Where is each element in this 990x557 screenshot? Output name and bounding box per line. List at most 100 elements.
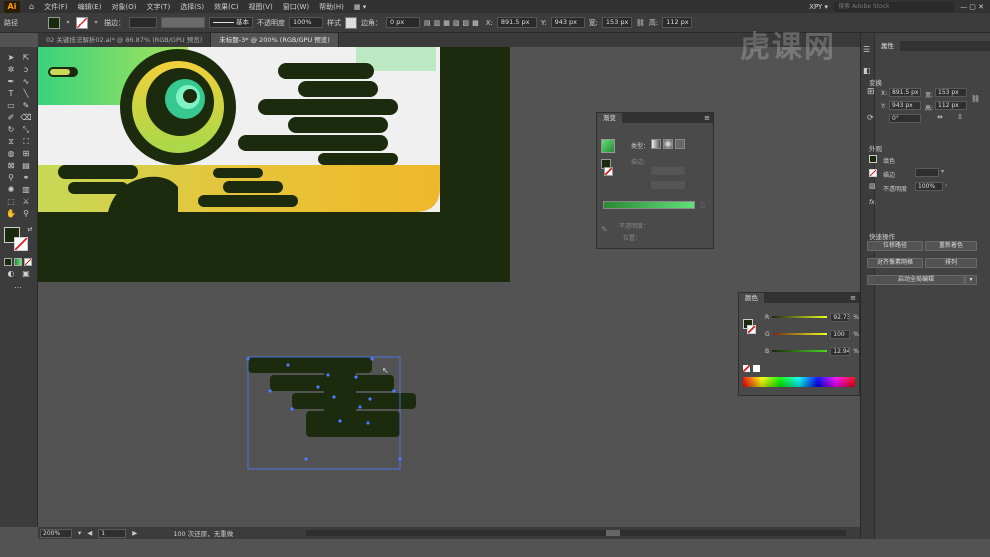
channel-slider[interactable] (772, 350, 828, 352)
blend-tool-icon[interactable]: ⚭ (20, 173, 32, 183)
y-field[interactable]: 943 px (550, 17, 585, 28)
flip-vertical-icon[interactable]: ⇳ (957, 113, 963, 121)
none-mode-swatch[interactable] (24, 258, 32, 266)
user-workspace[interactable]: XPY ▾ (809, 3, 828, 11)
gradient-preview[interactable] (601, 139, 615, 153)
workspace-icon[interactable]: ▦ ▾ (349, 3, 371, 11)
horizontal-scrollbar[interactable] (306, 530, 846, 536)
menu-select[interactable]: 选择(S) (175, 2, 209, 12)
edit-toolbar-icon[interactable]: ⋯ (12, 283, 24, 293)
menu-effect[interactable]: 效果(C) (209, 2, 243, 12)
screen-mode-icon[interactable]: ▣ (20, 269, 32, 279)
chevron-down-icon[interactable]: ▾ (941, 168, 944, 175)
perspective-grid-icon[interactable]: ⊞ (20, 149, 32, 159)
color-panel-header[interactable]: 颜色 ≡ (739, 293, 859, 303)
zoom-field[interactable]: 200% (40, 528, 72, 538)
rectangle-tool-icon[interactable]: ▭ (5, 101, 17, 111)
opacity-prop-field[interactable]: 100% (915, 182, 943, 191)
w-field[interactable]: 153 px (601, 17, 632, 28)
stroke-swatch-none[interactable] (76, 16, 88, 29)
gradient-slider-bar[interactable] (603, 201, 695, 209)
w-prop-field[interactable]: 153 px (935, 88, 967, 97)
gradient-type-buttons[interactable] (651, 139, 685, 149)
corner-field[interactable]: 0 px (386, 17, 420, 28)
variable-width-field[interactable] (161, 17, 205, 28)
scale-tool-icon[interactable]: ⤡ (20, 125, 32, 135)
direct-selection-icon[interactable]: ⇱ (20, 53, 32, 63)
appearance-stroke-swatch[interactable] (869, 169, 877, 177)
line-tool-icon[interactable]: ╲ (20, 89, 32, 99)
h-prop-field[interactable]: 112 px (935, 101, 967, 110)
x-field[interactable]: 891.5 px (496, 17, 537, 28)
stock-search-input[interactable]: 搜索 Adobe Stock (834, 1, 955, 12)
stroke-color-swatch[interactable] (14, 237, 28, 251)
tab-document-1[interactable]: 02 关键技法解析02.ai* @ 86.87% (RGB/GPU 预览) (38, 33, 212, 47)
gradient-mode-swatch[interactable] (14, 258, 22, 266)
channel-value[interactable]: 92.73 (830, 312, 851, 322)
hand-tool-icon[interactable]: ✋ (5, 209, 17, 219)
freeform-gradient-icon[interactable] (675, 139, 685, 149)
global-edit-dropdown[interactable]: ▾ (965, 275, 977, 285)
y-prop-field[interactable]: 943 px (889, 101, 921, 110)
gradient-angle-field[interactable] (651, 167, 685, 175)
chevron-down-icon[interactable]: ▾ (78, 529, 81, 537)
width-tool-icon[interactable]: ⧖ (5, 137, 17, 147)
stroke-weight-field[interactable] (129, 17, 157, 28)
type-tool-icon[interactable]: T (5, 89, 17, 99)
channel-slider[interactable] (772, 333, 828, 335)
gradient-aspect-field[interactable] (651, 181, 685, 189)
x-prop-field[interactable]: 891.5 px (889, 88, 921, 97)
style-swatch[interactable] (345, 16, 357, 29)
channel-value[interactable]: 100 (830, 329, 851, 339)
lasso-icon[interactable]: ↄ (20, 65, 32, 75)
eyedropper-icon[interactable]: ✎ (601, 225, 608, 234)
stroke-weight-prop[interactable] (915, 168, 939, 177)
channel-value[interactable]: 12.94 (830, 346, 851, 356)
rotate-tool-icon[interactable]: ↻ (5, 125, 17, 135)
arrange-button[interactable]: 排列 (925, 258, 977, 268)
menu-help[interactable]: 帮助(H) (314, 2, 349, 12)
constrain-icon[interactable]: ⛓ (971, 95, 980, 103)
white-color-chip[interactable] (753, 365, 760, 372)
color-stroke-swatch[interactable] (747, 325, 756, 334)
offset-path-button[interactable]: 位移路径 (867, 241, 923, 251)
link-icon[interactable]: ⛓ (636, 19, 645, 27)
chevron-down-icon[interactable]: ▾ (64, 17, 72, 28)
zoom-tool-icon[interactable]: ⚲ (20, 209, 32, 219)
channel-slider[interactable] (772, 316, 828, 318)
eyedropper-icon[interactable]: ⚲ (5, 173, 17, 183)
menu-object[interactable]: 对象(O) (106, 2, 141, 12)
angle-field[interactable]: 0° (889, 114, 921, 123)
shaper-tool-icon[interactable]: ✐ (5, 113, 17, 123)
fx-label[interactable]: fx. (869, 199, 877, 206)
radial-gradient-icon[interactable] (663, 139, 673, 149)
gradient-panel-tab[interactable]: 渐变 (597, 113, 622, 123)
menu-view[interactable]: 视图(V) (243, 2, 277, 12)
brush-tool-icon[interactable]: ✎ (20, 101, 32, 111)
h-field[interactable]: 112 px (662, 17, 693, 28)
panel-menu-icon[interactable]: ≡ (850, 293, 859, 303)
slice-tool-icon[interactable]: ⚔ (20, 197, 32, 207)
align-pixel-grid-button[interactable]: 对齐像素网格 (867, 258, 923, 268)
graph-tool-icon[interactable]: ▥ (20, 185, 32, 195)
home-icon[interactable]: ⌂ (24, 2, 39, 11)
free-transform-icon[interactable]: ⛶ (20, 137, 32, 147)
menu-type[interactable]: 文字(T) (141, 2, 175, 12)
gradient-tool-icon[interactable]: ▤ (20, 161, 32, 171)
artboard-tool-icon[interactable]: ⬚ (5, 197, 17, 207)
opacity-field[interactable]: 100% (289, 17, 323, 28)
align-icons[interactable]: ▤▥▦▧▨▩ (424, 19, 482, 27)
prev-artboard-icon[interactable]: ◀ (87, 529, 92, 537)
properties-tab[interactable]: 属性 (875, 41, 900, 51)
next-artboard-icon[interactable]: ▶ (132, 529, 137, 537)
symbol-sprayer-icon[interactable]: ✺ (5, 185, 17, 195)
linear-gradient-icon[interactable] (651, 139, 661, 149)
color-panel-tab[interactable]: 颜色 (739, 293, 764, 303)
menu-file[interactable]: 文件(F) (39, 2, 73, 12)
color-mode-swatch[interactable] (4, 258, 12, 266)
flip-horizontal-icon[interactable]: ⇹ (937, 113, 943, 121)
brush-definition-field[interactable]: 基本 (209, 17, 253, 28)
curvature-icon[interactable]: ∿ (20, 77, 32, 87)
mesh-tool-icon[interactable]: ⊠ (5, 161, 17, 171)
recolor-button[interactable]: 重新着色 (925, 241, 977, 251)
